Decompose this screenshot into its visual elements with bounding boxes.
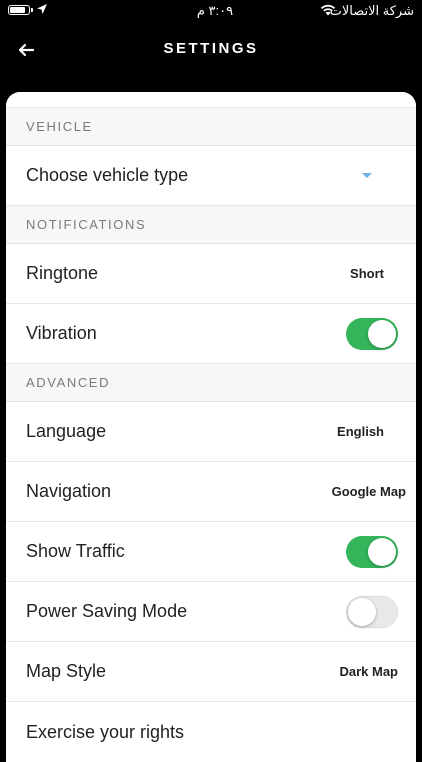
vibration-label: Vibration — [26, 323, 97, 343]
vibration-toggle[interactable] — [346, 317, 398, 350]
location-arrow-icon — [37, 4, 47, 14]
battery-icon — [8, 5, 33, 15]
show-traffic-row: Show Traffic — [6, 522, 416, 582]
exercise-rights-row[interactable]: Exercise your rights — [6, 702, 416, 762]
settings-list: VEHICLE Choose vehicle type NOTIFICATION… — [6, 92, 416, 762]
choose-vehicle-label: Choose vehicle type — [26, 165, 189, 185]
map-style-row[interactable]: Map Style Dark Map — [6, 642, 416, 702]
section-vehicle: VEHICLE — [6, 108, 416, 146]
ringtone-row[interactable]: Ringtone Short — [6, 244, 416, 304]
power-saving-toggle[interactable] — [346, 595, 398, 628]
show-traffic-toggle[interactable] — [346, 535, 398, 568]
navigation-value: Google Map — [331, 484, 406, 499]
section-advanced: ADVANCED — [6, 364, 416, 402]
ringtone-label: Ringtone — [26, 263, 99, 283]
toggle-knob — [368, 319, 396, 348]
navigation-label: Navigation — [26, 481, 112, 501]
section-notifications: NOTIFICATIONS — [6, 206, 416, 244]
page-title: SETTINGS — [163, 40, 259, 57]
language-row[interactable]: Language English — [6, 402, 416, 462]
map-style-value: Dark Map — [339, 664, 398, 679]
choose-vehicle-dropdown[interactable]: Choose vehicle type — [6, 146, 416, 206]
map-style-label: Map Style — [26, 661, 107, 681]
show-traffic-label: Show Traffic — [26, 541, 125, 561]
language-label: Language — [26, 421, 107, 441]
caret-down-icon — [362, 173, 372, 178]
toggle-knob — [348, 597, 376, 626]
toggle-knob — [368, 537, 396, 566]
app-header: SETTINGS — [0, 22, 422, 80]
ringtone-value: Short — [350, 266, 384, 281]
status-bar: ٣:٠٩ م شركة الاتصالات — [0, 0, 422, 22]
carrier-name: شركة الاتصالات — [329, 3, 414, 18]
exercise-rights-label: Exercise your rights — [26, 721, 185, 742]
language-value: English — [337, 424, 384, 439]
vibration-row: Vibration — [6, 304, 416, 364]
battery-level — [10, 7, 25, 13]
navigation-row[interactable]: Navigation Google Map — [6, 462, 416, 522]
card-top-spacer — [6, 92, 416, 108]
power-saving-row: Power Saving Mode — [6, 582, 416, 642]
status-time: ٣:٠٩ م — [196, 3, 234, 18]
power-saving-label: Power Saving Mode — [26, 601, 188, 621]
